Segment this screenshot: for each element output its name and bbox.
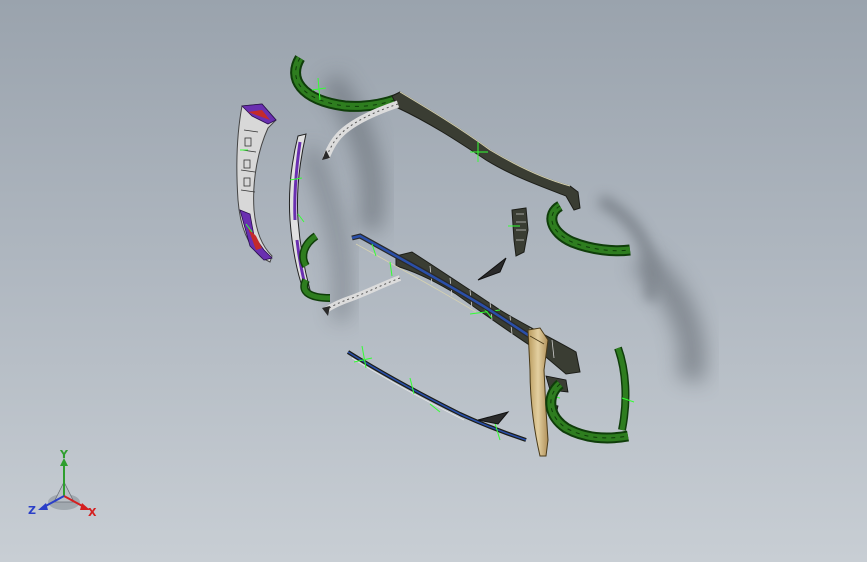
upper-frame-bar[interactable]	[391, 91, 581, 211]
lower-left-lattice-arm[interactable]	[322, 275, 402, 316]
axis-y-label: Y	[59, 448, 69, 461]
center-small-wedge[interactable]	[477, 257, 507, 281]
axis-x-label: X	[88, 506, 97, 519]
left-purple-panel[interactable]	[236, 103, 277, 263]
center-small-bracket[interactable]	[508, 207, 529, 257]
lower-left-green-arc[interactable]	[300, 278, 331, 302]
assembly-scene[interactable]	[0, 0, 867, 562]
axis-z-label: Z	[28, 504, 36, 517]
part-shadows	[303, 73, 706, 384]
left-small-green-hook[interactable]	[299, 232, 319, 269]
lower-rail[interactable]	[346, 345, 527, 442]
axis-triad: Y X Z	[22, 446, 112, 526]
axis-triad-graphic: Y X Z	[28, 448, 97, 519]
cad-3d-viewport[interactable]: Y X Z	[0, 0, 867, 562]
axis-z-arrow	[38, 503, 48, 510]
